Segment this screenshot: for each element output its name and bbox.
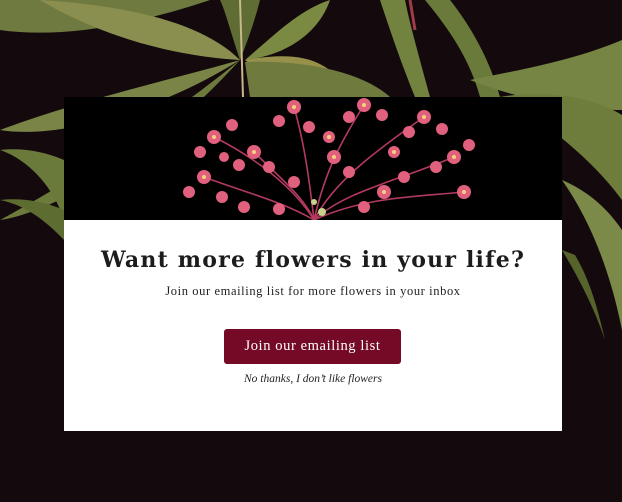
newsletter-modal: Want more flowers in your life? Join our… [64,97,562,431]
modal-title: Want more flowers in your life? [100,247,526,273]
join-mailing-list-button[interactable]: Join our emailing list [224,329,401,364]
hero-image [64,97,562,220]
flower-illustration-icon [183,98,475,220]
modal-subtitle: Join our emailing list for more flowers … [165,284,461,298]
decline-link[interactable]: No thanks, I don’t like flowers [64,373,562,385]
